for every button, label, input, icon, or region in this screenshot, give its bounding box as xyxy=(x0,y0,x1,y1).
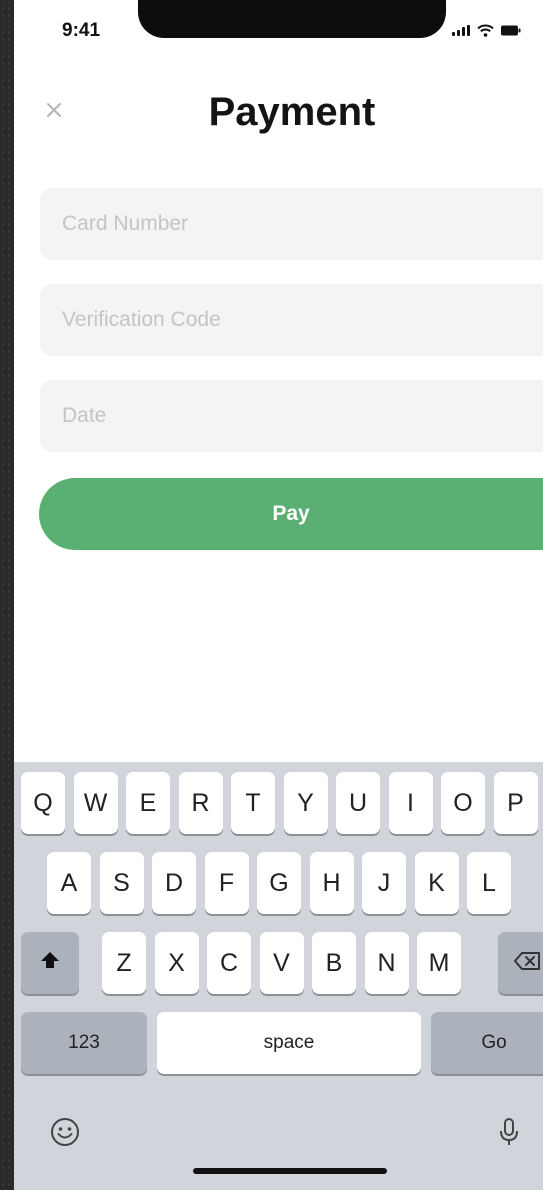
key-d[interactable]: D xyxy=(152,852,196,914)
pay-button[interactable]: Pay xyxy=(39,478,543,550)
key-p[interactable]: P xyxy=(493,772,538,834)
key-k[interactable]: K xyxy=(414,852,459,914)
backspace-key[interactable] xyxy=(498,932,543,994)
status-bar: 9:41 xyxy=(14,0,543,60)
key-c[interactable]: C xyxy=(207,932,251,994)
numbers-key[interactable]: 123 xyxy=(21,1012,147,1074)
key-w[interactable]: W xyxy=(73,772,118,834)
key-s[interactable]: S xyxy=(99,852,144,914)
home-indicator xyxy=(193,1168,387,1174)
status-icons xyxy=(452,24,521,37)
key-l[interactable]: L xyxy=(467,852,511,914)
key-a[interactable]: A xyxy=(47,852,91,914)
status-time: 9:41 xyxy=(62,20,101,41)
key-t[interactable]: T xyxy=(231,772,275,834)
emoji-icon[interactable] xyxy=(50,1117,80,1152)
page-title: Payment xyxy=(208,90,376,134)
date-input[interactable] xyxy=(40,380,543,452)
signal-icon xyxy=(452,25,470,36)
key-q[interactable]: Q xyxy=(21,772,65,834)
microphone-icon[interactable] xyxy=(498,1117,520,1152)
shift-icon xyxy=(39,949,61,978)
verification-code-input[interactable] xyxy=(40,284,543,356)
key-n[interactable]: N xyxy=(364,932,409,994)
key-b[interactable]: B xyxy=(312,932,356,994)
key-g[interactable]: G xyxy=(257,852,301,914)
key-u[interactable]: U xyxy=(336,772,380,834)
phone-screen: 9:41 Payment Card Number Verification Co… xyxy=(14,0,543,1190)
key-o[interactable]: O xyxy=(441,772,485,834)
wifi-icon xyxy=(477,24,494,37)
key-h[interactable]: H xyxy=(309,852,354,914)
key-e[interactable]: E xyxy=(126,772,170,834)
card-number-input[interactable] xyxy=(40,188,543,260)
key-r[interactable]: R xyxy=(178,772,223,834)
key-z[interactable]: Z xyxy=(102,932,146,994)
space-key[interactable]: space xyxy=(157,1012,421,1074)
notch xyxy=(138,0,446,38)
backspace-icon xyxy=(513,949,541,978)
key-y[interactable]: Y xyxy=(283,772,328,834)
go-key[interactable]: Go xyxy=(431,1012,543,1074)
shift-key[interactable] xyxy=(21,932,79,994)
key-j[interactable]: J xyxy=(362,852,406,914)
battery-icon xyxy=(501,25,521,36)
key-m[interactable]: M xyxy=(417,932,461,994)
key-v[interactable]: V xyxy=(259,932,304,994)
key-i[interactable]: I xyxy=(388,772,433,834)
key-f[interactable]: F xyxy=(204,852,249,914)
key-x[interactable]: X xyxy=(154,932,199,994)
keyboard: QWERTYUIOP ASDFGHJKL ZXCVBNM 123 space G… xyxy=(14,762,543,1190)
